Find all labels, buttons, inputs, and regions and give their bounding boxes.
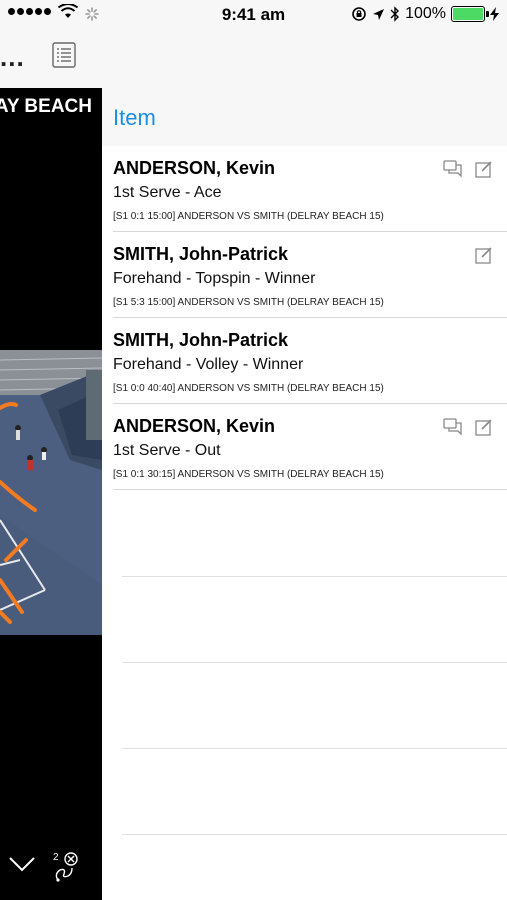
video-panel: ... AY BEACH 2 (0, 30, 102, 900)
tournament-banner: AY BEACH (0, 96, 92, 117)
player-name: ANDERSON, Kevin (113, 416, 276, 436)
location-arrow-icon (373, 8, 385, 20)
item-list-panel: Item ANDERSON, Kevin 1st Serve - Ace [S1… (102, 30, 507, 900)
draw-tool-icon[interactable]: 2 (52, 850, 80, 882)
match-info: [S1 0:1 30:15] ANDERSON VS SMITH (DELRAY… (113, 469, 384, 480)
player-name: SMITH, John-Patrick (113, 244, 289, 264)
status-bar: 9:41 am 100% (0, 0, 507, 30)
shot-description: Forehand - Volley - Winner (113, 356, 304, 373)
video-toolbar: ... (0, 30, 102, 88)
shot-description: 1st Serve - Ace (113, 184, 222, 201)
empty-row-divider (122, 834, 507, 835)
match-info: [S1 5:3 15:00] ANDERSON VS SMITH (DELRAY… (113, 297, 384, 308)
match-info: [S1 0:1 15:00] ANDERSON VS SMITH (DELRAY… (113, 211, 384, 222)
battery-icon (451, 6, 489, 22)
battery-percent: 100% (405, 5, 446, 22)
orientation-lock-icon (352, 7, 366, 21)
header-title: Item (113, 105, 156, 130)
bluetooth-icon (390, 6, 400, 22)
edit-icon[interactable] (475, 418, 493, 436)
player-name: SMITH, John-Patrick (113, 330, 289, 350)
list-header: Item (102, 88, 507, 146)
empty-row-divider (122, 576, 507, 577)
empty-row-divider (122, 662, 507, 663)
player-name: ANDERSON, Kevin (113, 158, 276, 178)
match-video[interactable] (0, 350, 102, 635)
svg-text:2: 2 (53, 852, 59, 863)
shot-description: Forehand - Topspin - Winner (113, 270, 316, 287)
list-item[interactable]: ANDERSON, Kevin 1st Serve - Out [S1 0:1 … (102, 404, 507, 490)
shot-description: 1st Serve - Out (113, 442, 221, 459)
match-info: [S1 0:0 40:40] ANDERSON VS SMITH (DELRAY… (113, 383, 384, 394)
row-divider (113, 489, 507, 490)
list-item[interactable]: SMITH, John-Patrick Forehand - Topspin -… (102, 232, 507, 318)
empty-row-divider (122, 748, 507, 749)
list-icon[interactable] (52, 42, 76, 68)
edit-icon[interactable] (475, 160, 493, 178)
comment-icon[interactable] (443, 418, 463, 436)
edit-icon[interactable] (475, 246, 493, 264)
back-button[interactable]: ... (0, 42, 25, 73)
navigation-bar (102, 30, 507, 89)
chevron-down-icon[interactable] (8, 855, 36, 873)
charging-bolt-icon (490, 7, 499, 21)
list-item[interactable]: SMITH, John-Patrick Forehand - Volley - … (102, 318, 507, 404)
list-item[interactable]: ANDERSON, Kevin 1st Serve - Ace [S1 0:1 … (102, 146, 507, 232)
comment-icon[interactable] (443, 160, 463, 178)
